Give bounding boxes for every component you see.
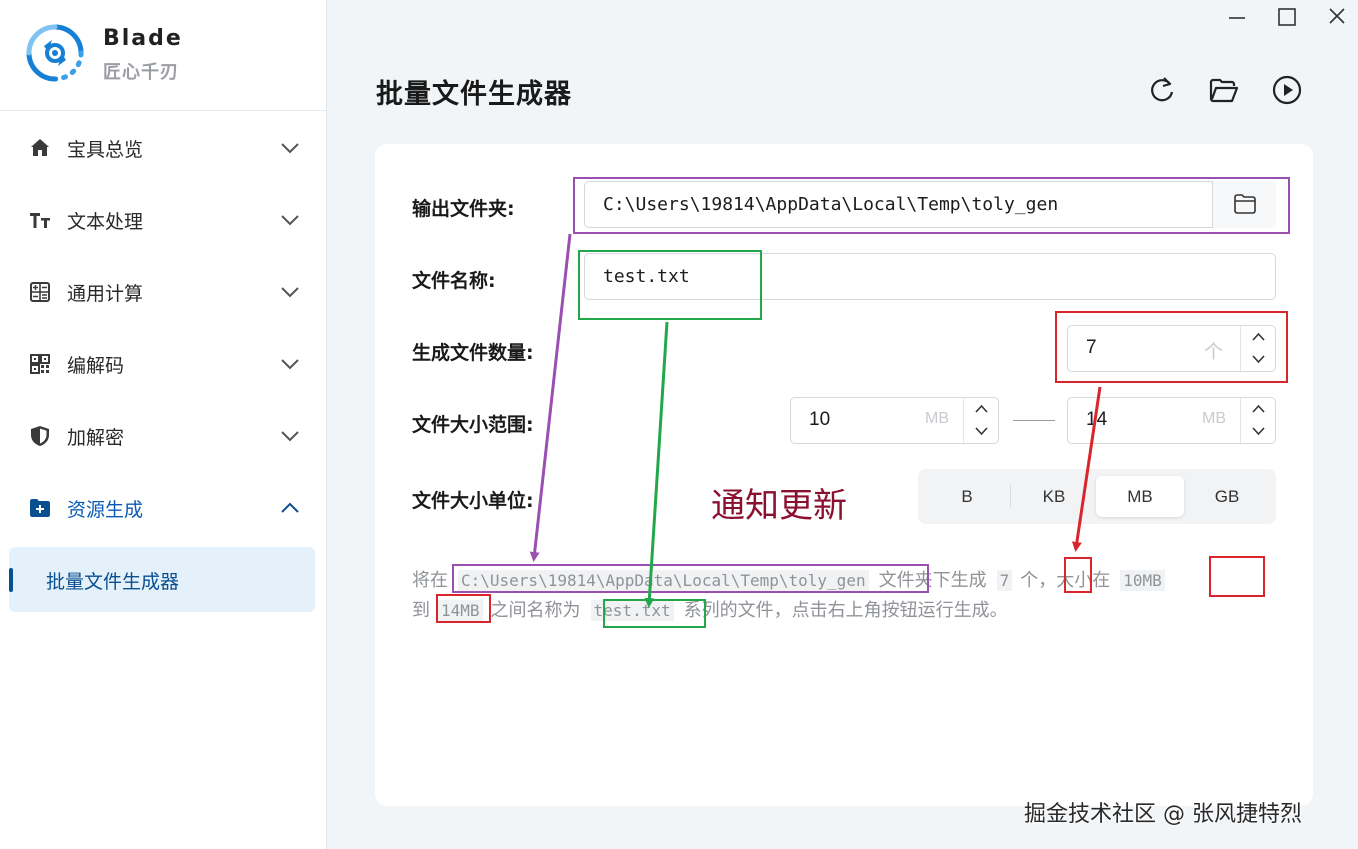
chevron-down-icon bbox=[281, 287, 299, 298]
annotation-box-name bbox=[578, 250, 762, 320]
chevron-down-icon bbox=[281, 359, 299, 370]
sidebar-item-overview[interactable]: 宝具总览 bbox=[0, 112, 326, 184]
size-unit-segmented: B KB MB GB bbox=[918, 469, 1276, 524]
chevron-down-icon bbox=[281, 215, 299, 226]
description-line-2: 到 14MB 之间名称为 test.txt 系列的文件，点击右上角按钮运行生成。 bbox=[412, 596, 1008, 622]
size-unit-label: 文件大小单位: bbox=[412, 490, 534, 512]
sidebar-item-label: 编解码 bbox=[67, 355, 125, 377]
shield-icon bbox=[31, 426, 49, 446]
sidebar-item-label: 通用计算 bbox=[67, 283, 144, 305]
selection-indicator bbox=[9, 568, 13, 592]
page-title: 批量文件生成器 bbox=[376, 79, 572, 110]
file-name-label: 文件名称: bbox=[412, 270, 496, 292]
sidebar-item-crypto[interactable]: 加解密 bbox=[0, 400, 326, 472]
chevron-down-icon[interactable] bbox=[1241, 420, 1276, 442]
file-count-label: 生成文件数量: bbox=[412, 342, 534, 364]
annotation-box-count bbox=[1055, 311, 1288, 383]
desc-count: 7 bbox=[996, 570, 1013, 591]
submenu-item-batch-file-generator[interactable]: 批量文件生成器 bbox=[9, 547, 315, 612]
sidebar-item-label: 文本处理 bbox=[67, 211, 144, 233]
annotation-box-desc-count bbox=[1064, 557, 1092, 593]
output-folder-label: 输出文件夹: bbox=[412, 198, 515, 220]
calculator-icon bbox=[30, 282, 50, 302]
size-max-stepper[interactable]: 14 MB bbox=[1067, 397, 1276, 444]
watermark: 掘金技术社区 @ 张风捷特烈 bbox=[1024, 802, 1302, 827]
unit-option-mb[interactable]: MB bbox=[1096, 476, 1184, 517]
annotation-box-desc-max bbox=[436, 594, 491, 623]
unit-option-b[interactable]: B bbox=[923, 476, 1011, 517]
sidebar-item-label: 宝具总览 bbox=[67, 139, 144, 161]
text-icon bbox=[30, 213, 50, 228]
desc-text: 到 bbox=[412, 600, 430, 621]
sidebar-item-resource[interactable]: 资源生成 bbox=[0, 472, 326, 544]
annotation-box-folder bbox=[573, 177, 1290, 234]
maximize-icon[interactable] bbox=[1270, 4, 1304, 30]
brand-header: Blade 匠心千刃 bbox=[0, 0, 326, 111]
annotation-box-desc-name bbox=[603, 599, 706, 628]
chevron-up-icon[interactable] bbox=[964, 398, 999, 420]
desc-text: 系列的文件，点击右上角按钮运行生成。 bbox=[683, 600, 1008, 621]
unit-option-kb[interactable]: KB bbox=[1010, 476, 1098, 517]
close-icon[interactable] bbox=[1320, 4, 1354, 30]
sidebar-item-label: 加解密 bbox=[67, 427, 125, 449]
size-range-label: 文件大小范围: bbox=[412, 414, 534, 436]
chevron-down-icon[interactable] bbox=[964, 420, 999, 442]
chevron-up-icon[interactable] bbox=[1241, 398, 1276, 420]
annotation-box-desc-min bbox=[1209, 556, 1265, 597]
blade-logo-icon bbox=[26, 24, 84, 82]
brand-subtitle: 匠心千刃 bbox=[103, 62, 179, 83]
chevron-down-icon bbox=[281, 143, 299, 154]
desc-text: 将在 bbox=[412, 570, 448, 591]
chevron-down-icon bbox=[281, 431, 299, 442]
size-min-value: 10 bbox=[809, 409, 831, 430]
run-icon[interactable] bbox=[1269, 72, 1305, 108]
size-max-unit: MB bbox=[1202, 410, 1226, 427]
unit-option-gb[interactable]: GB bbox=[1183, 476, 1271, 517]
size-min-spinner bbox=[963, 398, 998, 443]
size-max-spinner bbox=[1240, 398, 1275, 443]
folder-add-icon bbox=[30, 499, 50, 517]
desc-text: 之间名称为 bbox=[490, 600, 581, 621]
chevron-up-icon bbox=[281, 502, 299, 513]
annotation-box-desc-folder bbox=[452, 564, 929, 593]
open-folder-icon[interactable] bbox=[1206, 72, 1242, 108]
annotation-notice: 通知更新 bbox=[711, 486, 847, 526]
sidebar-item-label: 资源生成 bbox=[67, 499, 144, 521]
size-max-value: 14 bbox=[1086, 409, 1108, 430]
submenu-item-label: 批量文件生成器 bbox=[46, 571, 180, 593]
size-min-unit: MB bbox=[925, 410, 949, 427]
sidebar: Blade 匠心千刃 宝具总览 文本处理 通用计算 编解码 加解密 资源生成 批… bbox=[0, 0, 327, 849]
home-icon bbox=[31, 139, 49, 156]
segment-divider bbox=[1010, 485, 1011, 507]
sidebar-item-text[interactable]: 文本处理 bbox=[0, 184, 326, 256]
brand-name: Blade bbox=[103, 26, 183, 51]
qrcode-icon bbox=[30, 354, 50, 374]
desc-min: 10MB bbox=[1120, 570, 1165, 591]
refresh-icon[interactable] bbox=[1144, 72, 1180, 108]
range-separator bbox=[1013, 420, 1055, 421]
minimize-icon[interactable] bbox=[1220, 4, 1254, 30]
sidebar-item-calculation[interactable]: 通用计算 bbox=[0, 256, 326, 328]
size-min-stepper[interactable]: 10 MB bbox=[790, 397, 999, 444]
sidebar-item-codec[interactable]: 编解码 bbox=[0, 328, 326, 400]
